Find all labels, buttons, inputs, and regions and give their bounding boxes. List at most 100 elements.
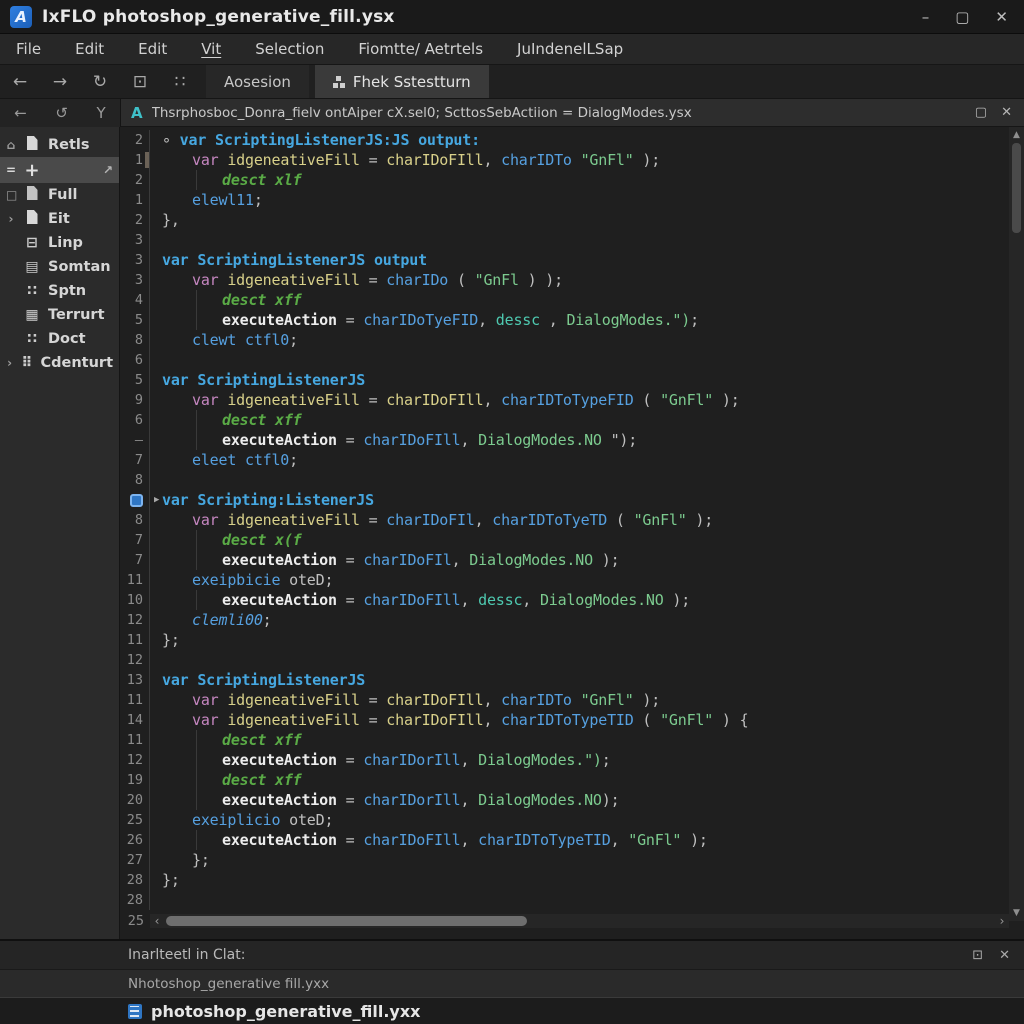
code-line[interactable]: 5var ScriptingListenerJS <box>120 370 1024 390</box>
code-line[interactable]: 28}; <box>120 870 1024 890</box>
sidebar-item-doct[interactable]: ∷Doct <box>0 327 119 351</box>
line-number[interactable]: 8 <box>120 510 150 530</box>
refresh-icon[interactable]: ↻ <box>80 65 120 98</box>
line-number[interactable]: 14 <box>120 710 150 730</box>
undo-icon[interactable]: ↺ <box>55 104 68 122</box>
code-line[interactable]: 6desct xff <box>120 410 1024 430</box>
line-number[interactable]: 6 <box>120 410 150 430</box>
editor-tab-bar[interactable]: A Thsrphosboc_Donra_fielv ontAiper cX.se… <box>121 99 1024 127</box>
line-number[interactable]: 25 <box>120 810 150 830</box>
line-number[interactable]: 12 <box>120 750 150 770</box>
scroll-up-icon[interactable]: ▲ <box>1013 130 1020 140</box>
dots-icon[interactable]: ∷ <box>160 65 200 98</box>
menu-item-file[interactable]: File <box>16 40 41 58</box>
code-line[interactable]: –executeAction = charIDoFIll, DialogMode… <box>120 430 1024 450</box>
menu-item-juindenellsap[interactable]: JuIndenelLSap <box>517 40 623 58</box>
code-line[interactable]: 11}; <box>120 630 1024 650</box>
code-line[interactable]: 8 <box>120 470 1024 490</box>
line-number[interactable]: 26 <box>120 830 150 850</box>
close-icon[interactable]: ✕ <box>999 948 1010 963</box>
sidebar-item[interactable]: =+↗ <box>0 157 119 183</box>
code-line[interactable]: 12 <box>120 650 1024 670</box>
menu-item-selection[interactable]: Selection <box>255 40 324 58</box>
code-line[interactable]: 27}; <box>120 850 1024 870</box>
code-line[interactable]: 1elewl11; <box>120 190 1024 210</box>
scroll-right-icon[interactable]: › <box>995 914 1009 928</box>
minimize-button[interactable]: – <box>922 8 930 26</box>
sidebar-item-retls[interactable]: ⌂Retls <box>0 133 119 157</box>
line-number[interactable]: 11 <box>120 630 150 650</box>
breakpoint-gutter[interactable]: ▶ <box>120 490 150 510</box>
line-number[interactable]: 1 <box>120 150 150 170</box>
code-line[interactable]: 25exeiplicio oteD; <box>120 810 1024 830</box>
code-line[interactable]: 11exeipbicie oteD; <box>120 570 1024 590</box>
code-line[interactable]: 19desct xff <box>120 770 1024 790</box>
vertical-scrollbar-thumb[interactable] <box>1012 143 1021 233</box>
line-number[interactable]: 28 <box>120 890 150 910</box>
checkbox-icon[interactable]: □ <box>6 188 16 202</box>
tab-flow[interactable]: Fhek Sstestturn <box>315 65 489 98</box>
code-line[interactable]: ▶var Scripting:ListenerJS <box>120 490 1024 510</box>
line-number[interactable]: 7 <box>120 550 150 570</box>
branch-icon[interactable]: Y <box>97 104 106 122</box>
scroll-down-icon[interactable]: ▼ <box>1013 908 1020 918</box>
line-number[interactable]: 3 <box>120 230 150 250</box>
menu-item-edit[interactable]: Edit <box>138 40 167 58</box>
vertical-scrollbar[interactable]: ▲ ▼ <box>1009 127 1024 921</box>
line-number[interactable]: 27 <box>120 850 150 870</box>
menu-item-fiomtte-aetrtels[interactable]: Fiomtte/ Aetrtels <box>358 40 483 58</box>
line-number[interactable]: 2 <box>120 170 150 190</box>
breakpoint-icon[interactable] <box>130 494 143 507</box>
code-line[interactable]: 3var idgeneativeFill = charIDo ( "GnFl )… <box>120 270 1024 290</box>
line-number[interactable]: 12 <box>120 650 150 670</box>
line-number[interactable]: – <box>120 430 150 450</box>
line-number[interactable]: 11 <box>120 730 150 750</box>
menu-item-edit[interactable]: Edit <box>75 40 104 58</box>
code-line[interactable]: 2desct xlf <box>120 170 1024 190</box>
code-line[interactable]: 9var idgeneativeFill = charIDoFIll, char… <box>120 390 1024 410</box>
horizontal-scrollbar[interactable]: ‹ › <box>150 914 1009 928</box>
line-number[interactable]: 8 <box>120 330 150 350</box>
code-line[interactable]: 6 <box>120 350 1024 370</box>
line-number[interactable]: 4 <box>120 290 150 310</box>
code-line[interactable]: 7desct x(f <box>120 530 1024 550</box>
line-number[interactable]: 7 <box>120 530 150 550</box>
code-line[interactable]: 3var ScriptingListenerJS output <box>120 250 1024 270</box>
line-number[interactable]: 13 <box>120 670 150 690</box>
code-line[interactable]: 4desct xff <box>120 290 1024 310</box>
chevron-right-icon[interactable]: › <box>6 356 13 370</box>
code-line[interactable]: 11var idgeneativeFill = charIDoFIll, cha… <box>120 690 1024 710</box>
chevron-right-icon[interactable]: › <box>6 212 16 226</box>
code-editor[interactable]: 2∘ var ScriptingListenerJS:JS output:1va… <box>120 127 1024 939</box>
line-number[interactable]: 6 <box>120 350 150 370</box>
code-line[interactable]: 10executeAction = charIDoFIll, dessc, Di… <box>120 590 1024 610</box>
back-icon[interactable]: ← <box>14 104 27 122</box>
code-line[interactable]: 8var idgeneativeFill = charIDoFIl, charI… <box>120 510 1024 530</box>
line-number[interactable]: 5 <box>120 310 150 330</box>
code-line[interactable]: 1var idgeneativeFill = charIDoFIll, char… <box>120 150 1024 170</box>
line-number[interactable]: 20 <box>120 790 150 810</box>
line-number[interactable]: 3 <box>120 270 150 290</box>
line-number[interactable]: 9 <box>120 390 150 410</box>
code-line[interactable]: 8clewt ctfl0; <box>120 330 1024 350</box>
code-line[interactable]: 2∘ var ScriptingListenerJS:JS output: <box>120 130 1024 150</box>
code-line[interactable]: 3 <box>120 230 1024 250</box>
line-number[interactable]: 5 <box>120 370 150 390</box>
code-line[interactable]: 12executeAction = charIDorIll, DialogMod… <box>120 750 1024 770</box>
code-line[interactable]: 5executeAction = charIDoTyeFID, dessc , … <box>120 310 1024 330</box>
line-number[interactable]: 7 <box>120 450 150 470</box>
code-line[interactable]: 26executeAction = charIDoFIll, charIDToT… <box>120 830 1024 850</box>
tab-session[interactable]: Aosesion <box>206 65 309 98</box>
close-icon[interactable]: ✕ <box>1001 105 1012 120</box>
equals-icon[interactable]: = <box>6 163 16 177</box>
menu-item-vit[interactable]: Vit <box>201 40 221 58</box>
code-line[interactable]: 7executeAction = charIDoFIl, DialogModes… <box>120 550 1024 570</box>
code-line[interactable]: 11desct xff <box>120 730 1024 750</box>
code-line[interactable]: 13var ScriptingListenerJS <box>120 670 1024 690</box>
sidebar-item-full[interactable]: □Full <box>0 183 119 207</box>
home-icon[interactable]: ⌂ <box>6 138 16 152</box>
line-number[interactable]: 19 <box>120 770 150 790</box>
line-number[interactable]: 25 <box>120 913 150 929</box>
output-panel-header[interactable]: Inarlteetl in Clat: ⊡ ✕ <box>0 939 1024 969</box>
restore-icon[interactable]: ▢ <box>975 105 987 120</box>
